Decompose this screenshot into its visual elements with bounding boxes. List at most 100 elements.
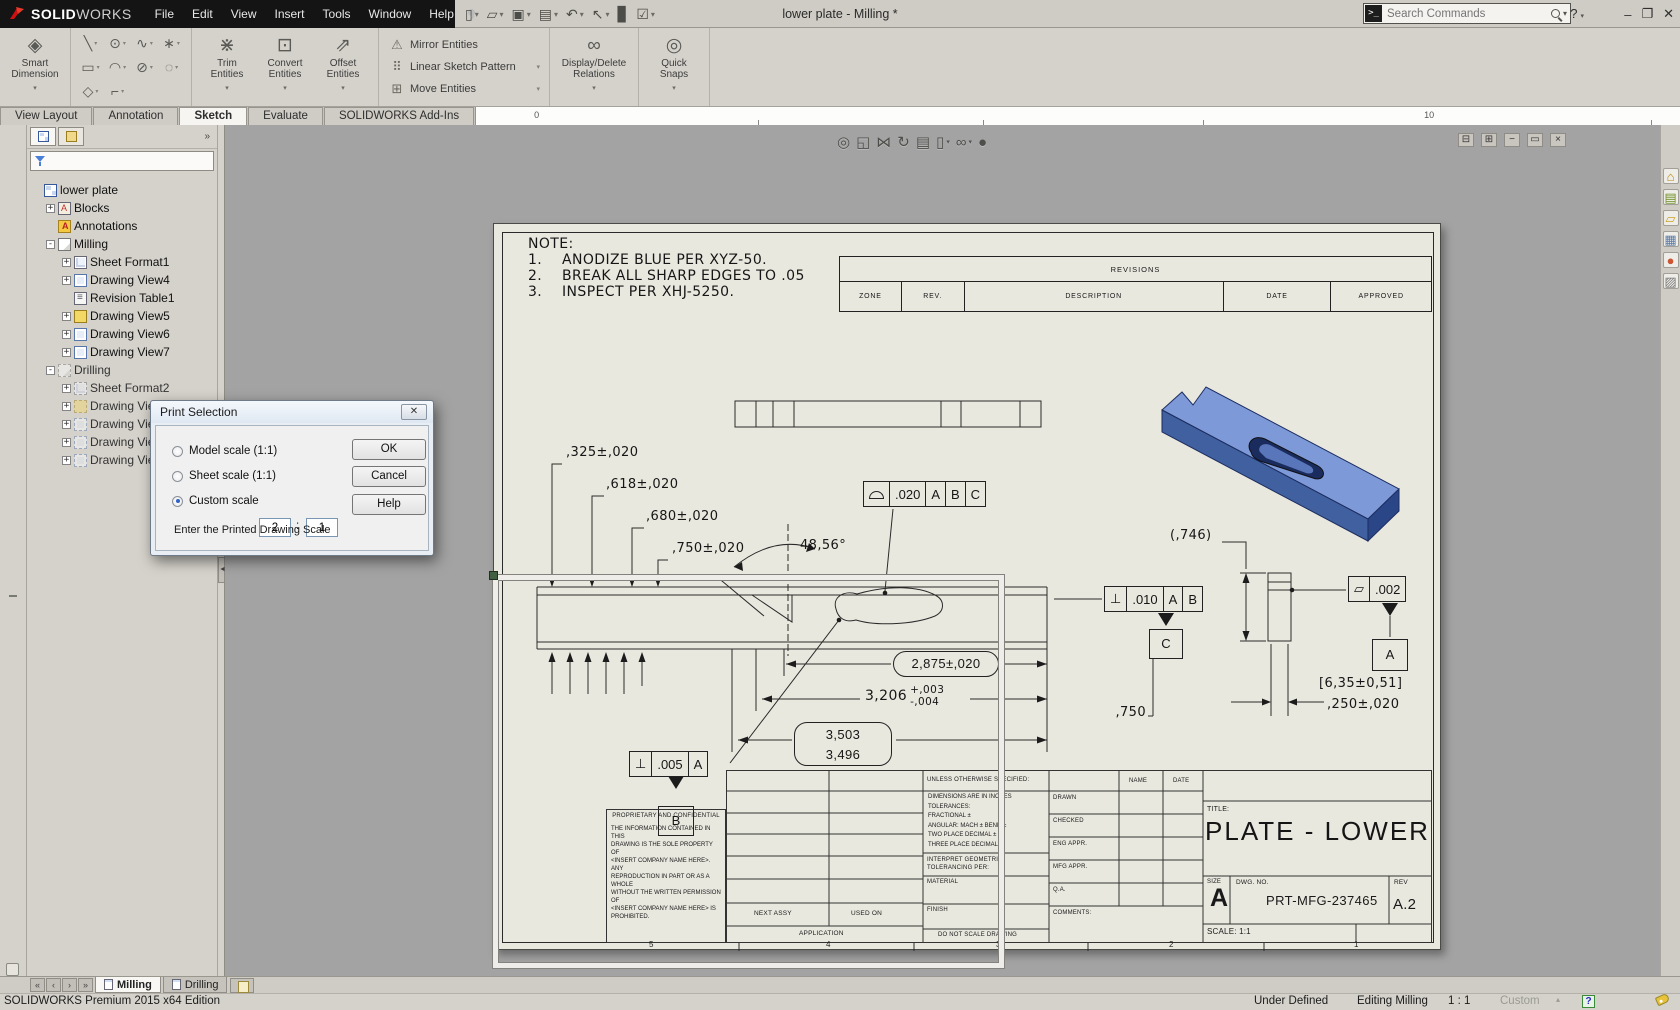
dropdown-caret-icon[interactable]: ▾ bbox=[33, 83, 37, 94]
zoom-to-area-icon[interactable]: ◱ bbox=[856, 133, 870, 151]
rectangle-tool-icon[interactable]: ▭ bbox=[77, 55, 104, 79]
appearance-tag-icon[interactable] bbox=[1655, 993, 1671, 1007]
sheet-tab[interactable]: Milling bbox=[95, 977, 161, 993]
print-selection-marquee[interactable] bbox=[493, 575, 1004, 968]
viewport-minimize-icon[interactable]: − bbox=[1504, 133, 1520, 147]
panel-collapse-icon[interactable]: ◄ bbox=[218, 557, 225, 583]
dimension[interactable]: ,680±,020 bbox=[646, 509, 718, 524]
print-icon[interactable]: ▤ bbox=[536, 5, 561, 23]
ok-button[interactable]: OK bbox=[352, 439, 426, 460]
dimension[interactable]: ,750 bbox=[1094, 705, 1146, 720]
point-tool-icon[interactable]: ∗ bbox=[158, 31, 185, 55]
expand-toggle-icon[interactable] bbox=[32, 186, 41, 195]
circle-tool-icon[interactable]: ⊙ bbox=[104, 31, 131, 55]
help-button[interactable]: Help bbox=[352, 494, 426, 515]
command-tab[interactable]: Sketch bbox=[179, 107, 247, 125]
tree-item[interactable]: - Drilling bbox=[27, 361, 217, 379]
ellipse-tool-icon[interactable]: ⊘ bbox=[131, 55, 158, 79]
expand-toggle-icon[interactable]: + bbox=[46, 204, 55, 213]
sheet-nav-button[interactable]: « bbox=[30, 978, 45, 992]
tree-item[interactable]: Revision Table1 bbox=[27, 289, 217, 307]
search-input[interactable] bbox=[1383, 8, 1551, 20]
dimension[interactable]: (,746) bbox=[1170, 528, 1212, 543]
zoom-to-fit-icon[interactable]: ◎ bbox=[837, 133, 850, 151]
expand-toggle-icon[interactable]: + bbox=[62, 312, 71, 321]
tree-item[interactable]: + Sheet Format1 bbox=[27, 253, 217, 271]
tree-item[interactable]: + Blocks bbox=[27, 199, 217, 217]
command-tab[interactable]: Evaluate bbox=[248, 107, 323, 125]
expand-toggle-icon[interactable] bbox=[62, 294, 71, 303]
line-tool-icon[interactable]: ╲ bbox=[77, 31, 104, 55]
expand-toggle-icon[interactable]: + bbox=[62, 438, 71, 447]
tree-item[interactable]: + Sheet Format2 bbox=[27, 379, 217, 397]
graphics-viewport[interactable]: NOTE: 1.ANODIZE BLUE PER XYZ-50.2.BREAK … bbox=[225, 125, 1660, 976]
file-explorer-icon[interactable]: ▱ bbox=[1663, 210, 1679, 226]
fillet-tool-icon[interactable]: ⌐ bbox=[104, 79, 131, 103]
search-dropdown-icon[interactable]: ▾ bbox=[1563, 9, 1567, 18]
feature-control-frame[interactable]: ▱ .002 bbox=[1348, 576, 1406, 602]
expand-toggle-icon[interactable]: + bbox=[62, 348, 71, 357]
linear-sketch-pattern-button[interactable]: ⠿ Linear Sketch Pattern ▾ bbox=[385, 57, 543, 78]
save-icon[interactable]: ▣ bbox=[509, 5, 534, 23]
radio-icon[interactable] bbox=[172, 496, 183, 507]
tree-item[interactable]: - Milling bbox=[27, 235, 217, 253]
add-sheet-button[interactable] bbox=[230, 978, 254, 993]
open-icon[interactable]: ▱ bbox=[484, 5, 507, 23]
help-icon[interactable]: ? bbox=[1570, 0, 1584, 28]
datum-feature[interactable]: C bbox=[1149, 629, 1183, 659]
close-button[interactable]: ✕ bbox=[1663, 6, 1674, 22]
dimension[interactable]: ,325±,020 bbox=[566, 445, 638, 460]
print-selection-dialog[interactable]: Print Selection ✕ Model scale (1:1) Shee… bbox=[150, 400, 434, 556]
command-tab[interactable]: Annotation bbox=[93, 107, 178, 125]
sheet-properties-icon[interactable]: ▤ bbox=[916, 133, 930, 151]
appearances-icon[interactable]: ● bbox=[1663, 252, 1679, 268]
expand-toggle-icon[interactable]: + bbox=[62, 402, 71, 411]
sheet-nav-button[interactable]: › bbox=[62, 978, 77, 992]
radio-icon[interactable] bbox=[172, 446, 183, 457]
undo-icon[interactable]: ↶ bbox=[563, 5, 587, 23]
render-sphere-icon[interactable]: ● bbox=[978, 134, 987, 151]
tree-filter-box[interactable] bbox=[30, 151, 214, 171]
move-entities-button[interactable]: ⊞ Move Entities ▾ bbox=[385, 79, 543, 100]
expand-toggle-icon[interactable]: - bbox=[46, 366, 55, 375]
scale-option[interactable]: Custom scale bbox=[172, 495, 259, 507]
offset-entities-button[interactable]: ⇗ OffsetEntities ▾ bbox=[314, 31, 372, 103]
menu-item[interactable]: View bbox=[222, 7, 266, 21]
sheet-nav-button[interactable]: » bbox=[78, 978, 93, 992]
sheet-tab[interactable]: Drilling bbox=[163, 977, 228, 993]
feature-control-frame[interactable]: ⊥ .010 A B bbox=[1104, 586, 1203, 612]
tree-item[interactable]: + Drawing View6 bbox=[27, 325, 217, 343]
tree-item[interactable]: Annotations bbox=[27, 217, 217, 235]
radio-icon[interactable] bbox=[172, 471, 183, 482]
options-icon[interactable]: ☑ bbox=[633, 5, 658, 23]
viewport-cascade-icon[interactable]: ⊞ bbox=[1481, 133, 1497, 147]
tree-item[interactable]: + Drawing View5 bbox=[27, 307, 217, 325]
menu-item[interactable]: Edit bbox=[183, 7, 222, 21]
expand-toggle-icon[interactable]: + bbox=[62, 330, 71, 339]
menu-item[interactable]: Window bbox=[360, 7, 421, 21]
design-library-icon[interactable]: ▤ bbox=[1663, 189, 1679, 205]
tree-item[interactable]: + Drawing View4 bbox=[27, 271, 217, 289]
search-icon[interactable] bbox=[1551, 9, 1560, 18]
status-custom[interactable]: Custom bbox=[1500, 995, 1540, 1007]
feature-tree-tab[interactable] bbox=[30, 127, 56, 146]
display-delete-relations-button[interactable]: ∞ Display/DeleteRelations ▾ bbox=[556, 31, 632, 103]
minimize-button[interactable]: – bbox=[1624, 7, 1631, 22]
new-document-icon[interactable]: ▯ bbox=[462, 5, 482, 23]
dialog-close-icon[interactable]: ✕ bbox=[401, 404, 427, 420]
dimension[interactable]: ,250±,020 bbox=[1327, 697, 1399, 712]
datum-feature[interactable]: A bbox=[1372, 639, 1408, 671]
expand-toggle-icon[interactable]: + bbox=[62, 258, 71, 267]
viewport-split-icon[interactable]: ⊟ bbox=[1458, 133, 1474, 147]
dimension[interactable]: 48,56° bbox=[800, 538, 846, 553]
dimension[interactable]: [6,35±0,51] bbox=[1319, 676, 1402, 691]
spline-tool-icon[interactable]: ∿ bbox=[131, 31, 158, 55]
quick-snaps-button[interactable]: ◎ QuickSnaps ▾ bbox=[645, 31, 703, 103]
dimension[interactable]: ,618±,020 bbox=[606, 477, 678, 492]
tree-item[interactable]: + Drawing View7 bbox=[27, 343, 217, 361]
expand-toggle-icon[interactable]: - bbox=[46, 240, 55, 249]
expand-toggle-icon[interactable]: + bbox=[62, 456, 71, 465]
expand-toggle-icon[interactable]: + bbox=[62, 420, 71, 429]
view-settings-icon[interactable]: ∞ bbox=[956, 134, 972, 151]
freeform-tool-icon[interactable]: ◌ bbox=[158, 55, 185, 79]
